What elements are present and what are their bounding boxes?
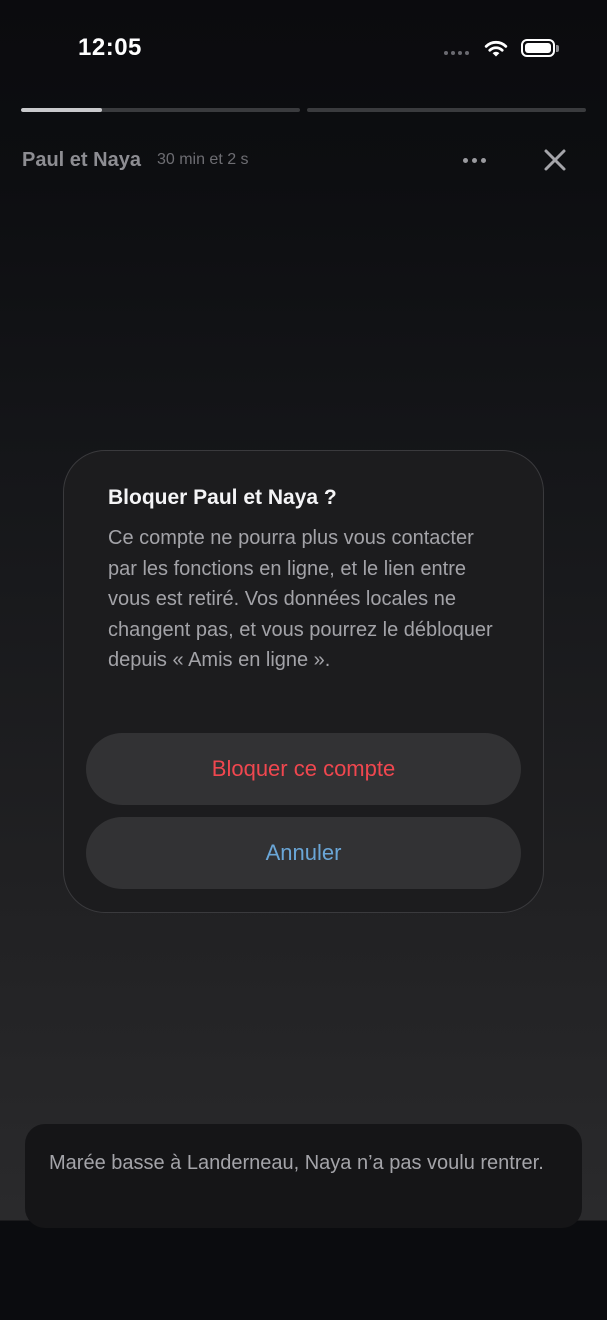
battery-icon <box>521 39 559 57</box>
story-header: Paul et Naya 30 min et 2 s <box>22 146 569 174</box>
story-progress-fill <box>21 108 102 112</box>
status-time: 12:05 <box>78 34 142 61</box>
story-author-name[interactable]: Paul et Naya <box>22 149 141 172</box>
story-caption: Marée basse à Landerneau, Naya n’a pas v… <box>25 1124 582 1228</box>
story-viewer-screen: 12:05 Paul et Naya 30 min et 2 s Bloquer… <box>0 0 607 1320</box>
block-account-button[interactable]: Bloquer ce compte <box>86 733 521 805</box>
story-progress-segment <box>21 108 300 112</box>
more-options-button[interactable] <box>459 146 489 174</box>
wifi-icon <box>484 40 508 57</box>
cellular-signal-icon <box>444 51 469 55</box>
more-horizontal-icon <box>462 157 468 163</box>
dialog-title: Bloquer Paul et Naya ? <box>108 486 337 509</box>
story-progress-segment <box>307 108 586 112</box>
story-timestamp: 30 min et 2 s <box>156 151 249 168</box>
cancel-button[interactable]: Annuler <box>86 817 521 889</box>
dialog-message: Ce compte ne pourra plus vous contacter … <box>108 527 493 671</box>
block-confirmation-dialog: Bloquer Paul et Naya ? Ce compte ne pour… <box>63 450 544 913</box>
status-icons <box>444 38 559 58</box>
close-icon[interactable] <box>541 146 569 174</box>
story-progress <box>21 108 586 112</box>
